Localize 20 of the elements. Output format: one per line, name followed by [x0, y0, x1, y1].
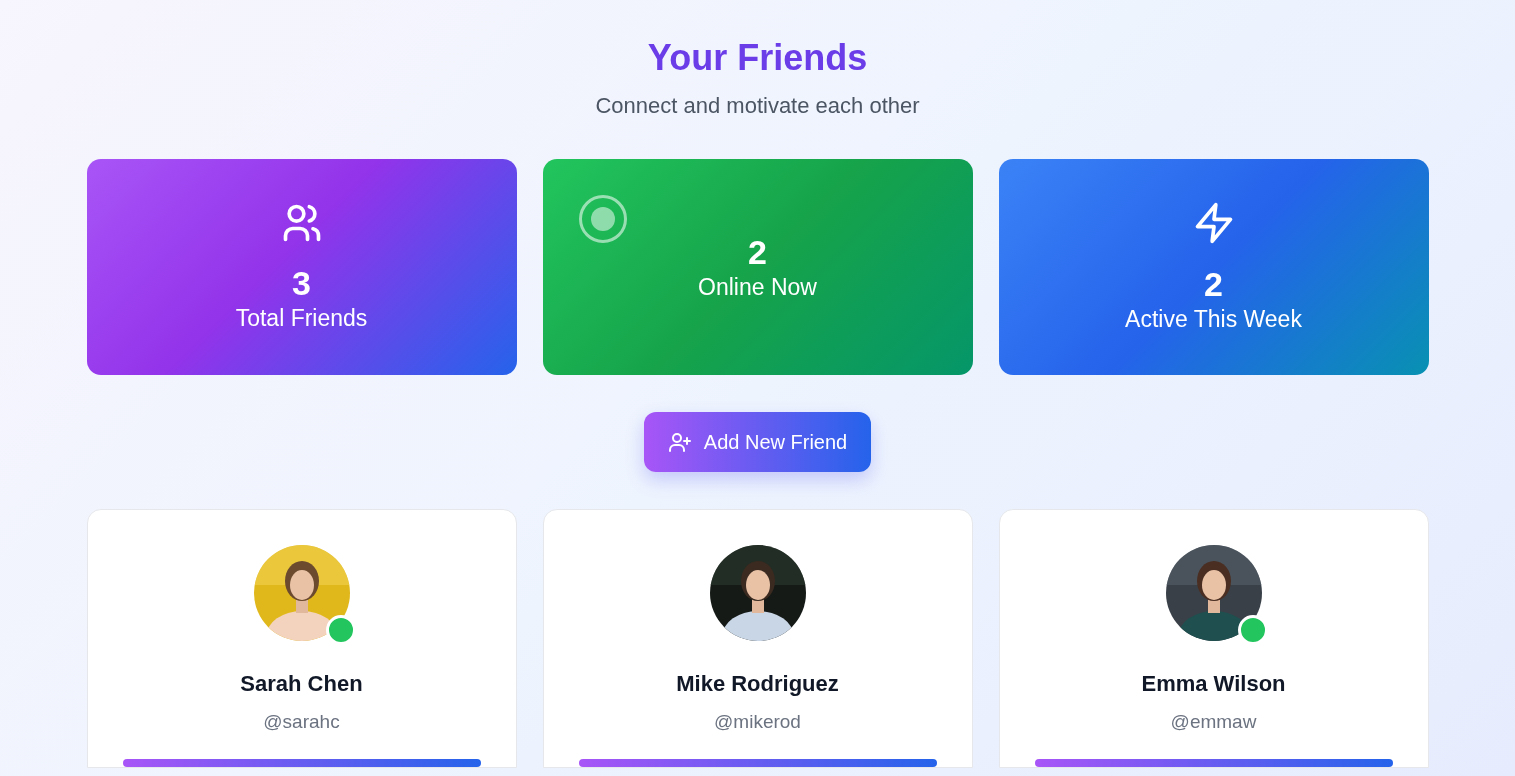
stat-value: 3: [292, 263, 311, 303]
friend-username: @mikerod: [714, 710, 801, 734]
page-subtitle: Connect and motivate each other: [594, 92, 921, 120]
friend-action-button[interactable]: [122, 759, 481, 767]
add-user-icon: [667, 430, 692, 454]
page-title: Your Friends: [646, 36, 869, 80]
stat-label: Total Friends: [235, 304, 368, 333]
friend-username: @emmaw: [1170, 710, 1257, 734]
friend-action-button[interactable]: [1034, 759, 1393, 767]
stat-value: 2: [748, 232, 767, 272]
stat-value: 2: [1204, 264, 1223, 304]
friend-name: Emma Wilson: [1141, 670, 1286, 698]
online-status-icon: [578, 195, 627, 243]
add-friend-button[interactable]: Add New Friend: [643, 412, 872, 472]
stat-label: Active This Week: [1125, 305, 1302, 334]
friend-username: @sarahc: [263, 710, 340, 734]
stat-label: Online Now: [698, 273, 817, 302]
friend-name: Sarah Chen: [240, 670, 363, 698]
friend-name: Mike Rodriguez: [676, 670, 839, 698]
friend-action-button[interactable]: [578, 759, 937, 767]
